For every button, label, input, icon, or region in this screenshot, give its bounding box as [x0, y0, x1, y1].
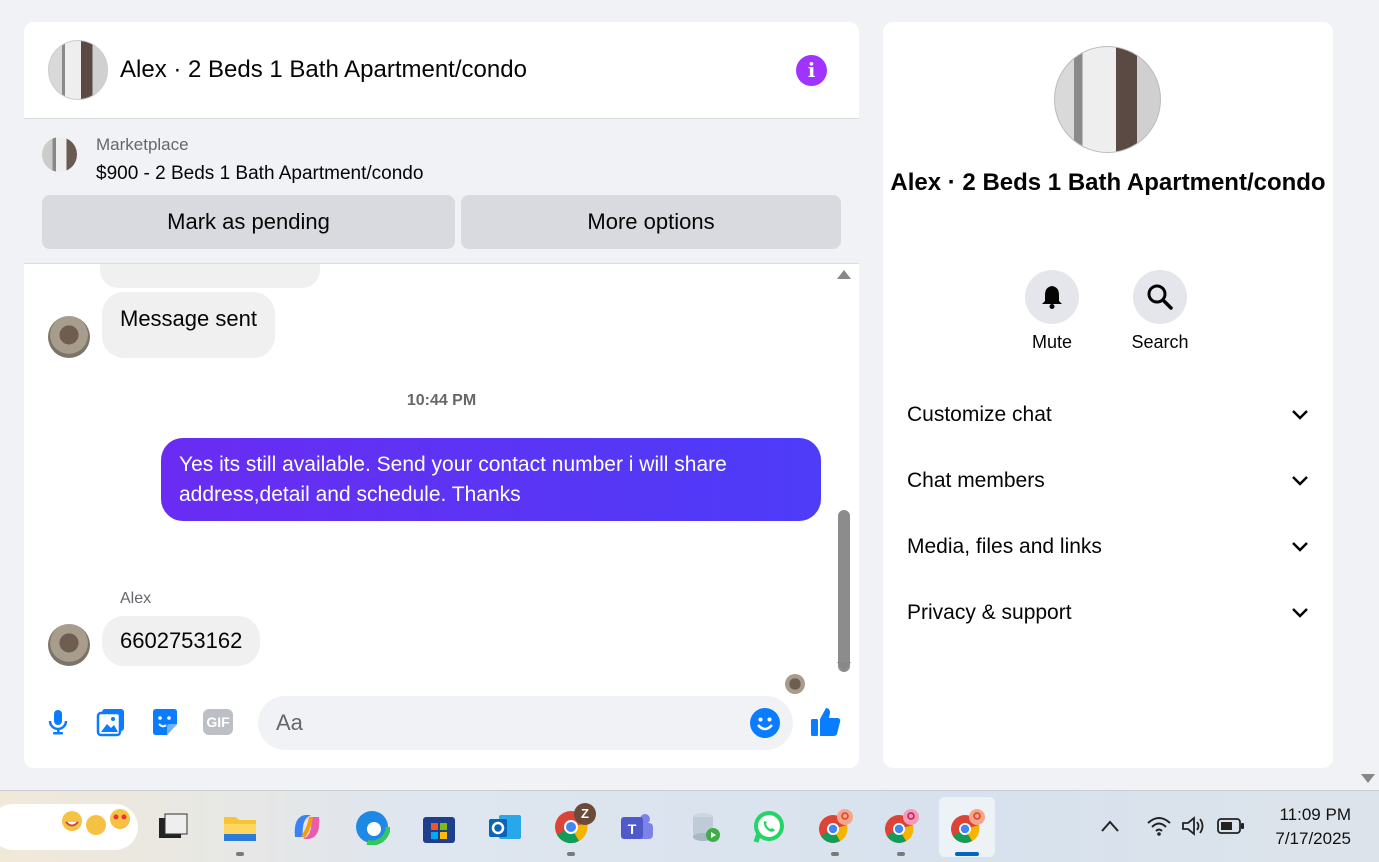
- mark-pending-button[interactable]: Mark as pending: [42, 195, 455, 249]
- scroll-up-arrow[interactable]: [837, 270, 851, 279]
- search-icon[interactable]: [1133, 270, 1187, 324]
- system-clock[interactable]: 11:09 PM 7/17/2025: [1275, 803, 1351, 851]
- bell-icon[interactable]: [1025, 270, 1079, 324]
- search-label: Search: [1131, 332, 1189, 352]
- message-input[interactable]: Aa: [258, 696, 793, 750]
- more-options-button[interactable]: More options: [461, 195, 841, 249]
- incoming-message: 6602753162: [102, 616, 261, 666]
- sticker-icon[interactable]: [149, 706, 181, 738]
- microsoft-store-icon[interactable]: [421, 809, 457, 845]
- chrome-profile-icon[interactable]: [949, 809, 985, 845]
- read-receipt-avatar: [785, 674, 805, 694]
- volume-icon[interactable]: [1181, 815, 1207, 837]
- whatsapp-icon[interactable]: [751, 809, 787, 845]
- media-files-links-section[interactable]: Media, files and links: [907, 525, 1309, 569]
- battery-icon[interactable]: [1217, 817, 1245, 835]
- teams-icon[interactable]: T: [619, 809, 655, 845]
- scroll-down-arrow[interactable]: [837, 662, 851, 671]
- mic-icon[interactable]: [42, 706, 74, 738]
- listing-title[interactable]: $900 - 2 Beds 1 Bath Apartment/condo: [96, 163, 423, 185]
- running-indicator: [897, 852, 905, 856]
- gif-icon[interactable]: GIF: [203, 709, 233, 735]
- chat-header: Alex · 2 Beds 1 Bath Apartment/condo i: [24, 22, 859, 118]
- listing-thumbnail[interactable]: [42, 137, 77, 172]
- message-timestamp: 10:44 PM: [406, 392, 477, 409]
- active-indicator: [955, 852, 979, 856]
- chrome-profile-icon[interactable]: [817, 809, 853, 845]
- section-label: Privacy & support: [907, 601, 1072, 624]
- sender-name: Alex: [120, 590, 152, 607]
- chevron-down-icon: [1292, 608, 1308, 618]
- task-view-icon[interactable]: [155, 809, 191, 845]
- listing-source-label: Marketplace: [96, 135, 189, 154]
- mute-action[interactable]: Mute: [1012, 270, 1092, 353]
- privacy-support-section[interactable]: Privacy & support: [907, 591, 1309, 635]
- clock-date: 7/17/2025: [1275, 829, 1351, 848]
- customize-chat-section[interactable]: Customize chat: [907, 393, 1309, 437]
- previous-message-bubble: [100, 264, 320, 288]
- chrome-profile-badge: Z: [574, 803, 596, 825]
- wifi-icon[interactable]: [1146, 815, 1172, 837]
- file-explorer-icon[interactable]: [222, 809, 258, 845]
- scrollbar-thumb[interactable]: [838, 510, 850, 672]
- sender-avatar[interactable]: [48, 316, 90, 358]
- conversation-info-panel: Alex · 2 Beds 1 Bath Apartment/condo Mut…: [883, 22, 1333, 768]
- composer: GIF Aa: [24, 696, 859, 750]
- section-label: Media, files and links: [907, 535, 1102, 558]
- search-highlight-emoji-icon[interactable]: [58, 803, 132, 843]
- chevron-down-icon: [1292, 542, 1308, 552]
- page-scrollbar[interactable]: [1357, 0, 1379, 790]
- chevron-down-icon: [1292, 410, 1308, 420]
- running-indicator: [831, 852, 839, 856]
- search-action[interactable]: Search: [1120, 270, 1200, 353]
- incoming-message: Message sent: [102, 292, 275, 358]
- section-label: Chat members: [907, 469, 1045, 492]
- database-app-icon[interactable]: [687, 809, 723, 845]
- chat-members-section[interactable]: Chat members: [907, 459, 1309, 503]
- running-indicator: [567, 852, 575, 856]
- page-scroll-down-arrow[interactable]: [1361, 774, 1375, 783]
- clock-time: 11:09 PM: [1279, 805, 1351, 824]
- profile-avatar[interactable]: [1054, 46, 1161, 153]
- chat-avatar[interactable]: [48, 40, 108, 100]
- conversation-title: Alex · 2 Beds 1 Bath Apartment/condo: [890, 169, 1326, 196]
- chat-panel: Alex · 2 Beds 1 Bath Apartment/condo i M…: [24, 22, 859, 768]
- sender-avatar[interactable]: [48, 624, 90, 666]
- photo-icon[interactable]: [95, 706, 127, 738]
- marketplace-listing: Marketplace $900 - 2 Beds 1 Bath Apartme…: [24, 118, 859, 264]
- edge-icon[interactable]: [353, 808, 391, 846]
- chevron-up-icon[interactable]: [1100, 819, 1120, 833]
- thumbs-up-icon[interactable]: [809, 705, 843, 739]
- outgoing-message: Yes its still available. Send your conta…: [161, 438, 821, 521]
- emoji-icon[interactable]: [750, 708, 780, 738]
- info-icon[interactable]: i: [796, 55, 827, 86]
- message-list[interactable]: Message sent 10:44 PM Yes its still avai…: [24, 264, 859, 694]
- section-label: Customize chat: [907, 403, 1052, 426]
- chrome-profile-icon[interactable]: [883, 809, 919, 845]
- svg-text:T: T: [628, 821, 637, 837]
- mute-label: Mute: [1031, 332, 1073, 352]
- taskbar: Z T 11:09 PM 7/17/2025: [0, 790, 1379, 862]
- chat-title[interactable]: Alex · 2 Beds 1 Bath Apartment/condo: [120, 56, 527, 84]
- chevron-down-icon: [1292, 476, 1308, 486]
- outlook-icon[interactable]: [487, 809, 523, 845]
- copilot-icon[interactable]: [289, 809, 325, 845]
- running-indicator: [236, 852, 244, 856]
